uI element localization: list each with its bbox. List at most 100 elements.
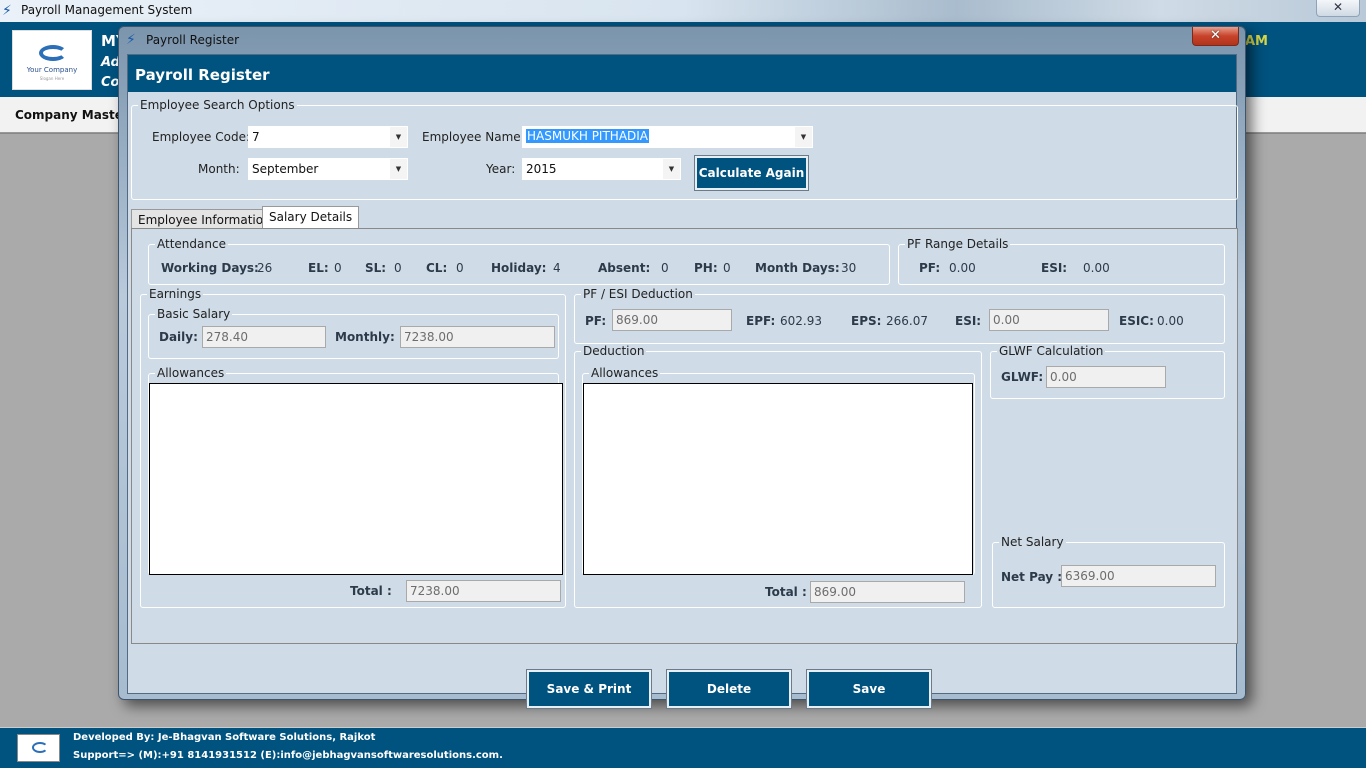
payroll-register-dialog: ⚡ Payroll Register ✕ Payroll Register Em… xyxy=(118,26,1246,709)
delete-button[interactable]: Delete xyxy=(666,669,792,709)
attendance-group: Attendance Working Days: 26 EL: 0 SL: 0 … xyxy=(148,237,890,285)
footer: Developed By: Je-Bhagvan Software Soluti… xyxy=(0,727,1366,768)
group-label: Basic Salary xyxy=(155,307,233,321)
chevron-down-icon[interactable]: ▼ xyxy=(390,159,407,179)
dialog-client-area: Payroll Register Employee Search Options… xyxy=(127,54,1238,709)
pf-range-details-group: PF Range Details PF: 0.00 ESI: 0.00 xyxy=(898,237,1225,285)
year-combo[interactable]: 2015 ▼ xyxy=(522,158,681,180)
epf-value: 602.93 xyxy=(780,314,822,328)
dialog-header: Payroll Register xyxy=(128,55,1236,92)
employee-name-label: Employee Name: xyxy=(422,130,525,144)
ph-value: 0 xyxy=(723,261,731,275)
month-combo[interactable]: September ▼ xyxy=(248,158,408,180)
logo-swirl-icon xyxy=(39,45,67,61)
month-value: September xyxy=(252,162,319,176)
ph-label: PH: xyxy=(694,261,718,275)
save-and-print-button[interactable]: Save & Print xyxy=(526,669,652,709)
net-pay-field[interactable]: 6369.00 xyxy=(1061,565,1216,587)
deduction-allowances-group: Allowances xyxy=(582,366,975,575)
epf-label: EPF: xyxy=(746,314,776,328)
el-value: 0 xyxy=(334,261,342,275)
daily-label: Daily: xyxy=(159,330,198,344)
pf-range-esi-label: ESI: xyxy=(1041,261,1068,275)
footer-support: Support=> (M):+91 8141931512 (E):info@je… xyxy=(73,750,503,761)
eps-label: EPS: xyxy=(851,314,882,328)
chevron-down-icon[interactable]: ▼ xyxy=(390,127,407,147)
deduction-esi-field[interactable]: 0.00 xyxy=(989,309,1109,331)
tab-employee-information[interactable]: Employee Information xyxy=(131,209,278,229)
employee-code-combo[interactable]: 7 ▼ xyxy=(248,126,408,148)
earnings-group: Earnings Basic Salary Daily: 278.40 Mont… xyxy=(140,287,566,608)
logo-text: Your Company xyxy=(26,66,78,74)
year-value: 2015 xyxy=(526,162,557,176)
deduction-allowances-list[interactable] xyxy=(583,383,973,575)
daily-field[interactable]: 278.40 xyxy=(202,326,326,348)
working-days-label: Working Days: xyxy=(161,261,259,275)
earnings-allowances-list[interactable] xyxy=(149,383,563,575)
group-label: GLWF Calculation xyxy=(997,344,1106,358)
pf-range-esi-value: 0.00 xyxy=(1083,261,1110,275)
holiday-label: Holiday: xyxy=(491,261,547,275)
calculate-again-button[interactable]: Calculate Again xyxy=(694,155,809,191)
absent-value: 0 xyxy=(661,261,669,275)
glwf-field[interactable]: 0.00 xyxy=(1046,366,1166,388)
app-lightning-icon: ⚡ xyxy=(2,3,12,19)
monthly-field[interactable]: 7238.00 xyxy=(400,326,555,348)
pf-range-pf-label: PF: xyxy=(919,261,941,275)
tab-salary-details[interactable]: Salary Details xyxy=(262,206,360,228)
group-label: Deduction xyxy=(581,344,647,358)
deduction-total-label: Total : xyxy=(765,585,807,599)
working-days-value: 26 xyxy=(257,261,273,275)
employee-search-options-group: Employee Search Options Employee Code: 7… xyxy=(131,98,1238,200)
earnings-allowances-group: Allowances xyxy=(148,366,563,575)
cl-value: 0 xyxy=(456,261,464,275)
glwf-label: GLWF: xyxy=(1001,370,1044,384)
dialog-header-title: Payroll Register xyxy=(135,66,270,84)
monthly-label: Monthly: xyxy=(335,330,395,344)
sl-label: SL: xyxy=(365,261,387,275)
dialog-close-button[interactable]: ✕ xyxy=(1192,27,1239,46)
basic-salary-group: Basic Salary Daily: 278.40 Monthly: 7238… xyxy=(148,307,559,359)
deduction-group: Deduction Allowances Total : 869.00 xyxy=(574,344,982,608)
cl-label: CL: xyxy=(426,261,448,275)
group-label: Employee Search Options xyxy=(138,98,297,112)
pf-range-pf-value: 0.00 xyxy=(949,261,976,275)
menu-item-company-master[interactable]: Company Master xyxy=(15,108,129,122)
glwf-calculation-group: GLWF Calculation GLWF: 0.00 xyxy=(990,344,1225,399)
group-label: Allowances xyxy=(589,366,661,380)
group-label: PF / ESI Deduction xyxy=(581,287,695,301)
net-salary-group: Net Salary Net Pay : 6369.00 xyxy=(992,535,1225,608)
esic-label: ESIC: xyxy=(1119,314,1154,328)
dialog-titlebar[interactable]: ⚡ Payroll Register ✕ xyxy=(119,27,1245,53)
el-label: EL: xyxy=(308,261,329,275)
chevron-down-icon[interactable]: ▼ xyxy=(663,159,680,179)
year-label: Year: xyxy=(486,162,516,176)
earnings-total-label: Total : xyxy=(350,584,392,598)
main-close-button[interactable]: ✕ xyxy=(1316,0,1360,17)
footer-logo xyxy=(17,734,60,762)
deduction-total-field[interactable]: 869.00 xyxy=(810,581,965,603)
esic-value: 0.00 xyxy=(1157,314,1184,328)
salary-details-panel: Attendance Working Days: 26 EL: 0 SL: 0 … xyxy=(131,228,1238,644)
chevron-down-icon[interactable]: ▼ xyxy=(795,127,812,147)
employee-code-value: 7 xyxy=(252,130,260,144)
company-contact: Co xyxy=(101,75,120,90)
month-label: Month: xyxy=(198,162,240,176)
group-label: PF Range Details xyxy=(905,237,1011,251)
main-window-title: Payroll Management System xyxy=(21,3,193,17)
holiday-value: 4 xyxy=(553,261,561,275)
eps-value: 266.07 xyxy=(886,314,928,328)
earnings-total-field[interactable]: 7238.00 xyxy=(406,580,561,602)
employee-name-value: HASMUKH PITHADIA xyxy=(526,129,650,143)
group-label: Allowances xyxy=(155,366,227,380)
sl-value: 0 xyxy=(394,261,402,275)
close-icon: ✕ xyxy=(1210,28,1221,43)
save-button[interactable]: Save xyxy=(806,669,932,709)
group-label: Net Salary xyxy=(999,535,1066,549)
net-pay-label: Net Pay : xyxy=(1001,570,1063,584)
deduction-esi-label: ESI: xyxy=(955,314,982,328)
month-days-label: Month Days: xyxy=(755,261,840,275)
employee-name-combo[interactable]: HASMUKH PITHADIA ▼ xyxy=(522,126,813,148)
deduction-pf-field[interactable]: 869.00 xyxy=(612,309,732,331)
employee-code-label: Employee Code: xyxy=(152,130,251,144)
